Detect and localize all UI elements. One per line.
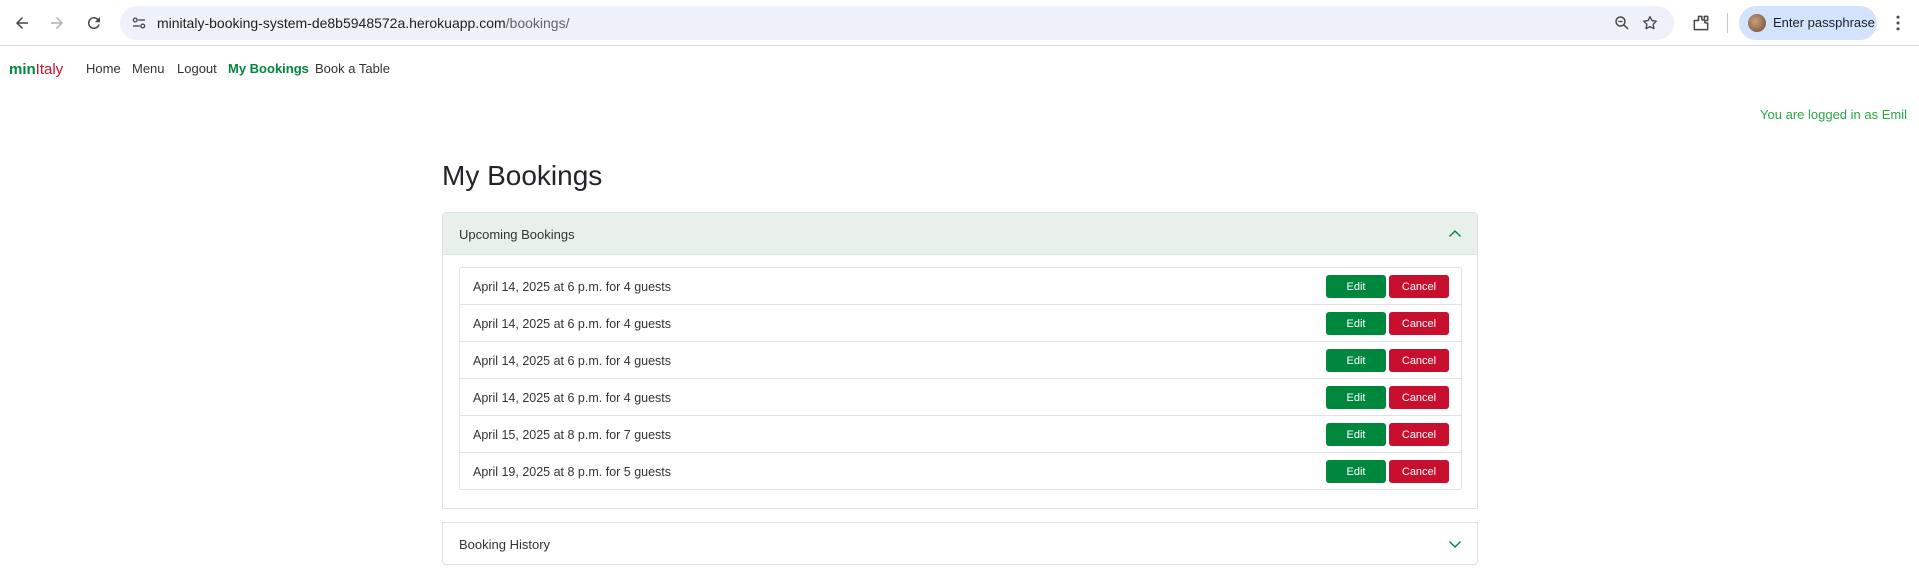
booking-text: April 15, 2025 at 8 p.m. for 7 guests [473, 428, 672, 442]
reload-button[interactable] [80, 9, 108, 37]
toolbar-divider [1727, 13, 1728, 33]
upcoming-bookings-label: Upcoming Bookings [459, 227, 575, 242]
booking-history-accordion: Booking History [442, 522, 1478, 565]
edit-button[interactable]: Edit [1326, 460, 1386, 483]
nav-home[interactable]: Home [86, 61, 121, 76]
bookmark-star-icon[interactable] [1641, 14, 1659, 32]
cancel-button[interactable]: Cancel [1389, 386, 1449, 409]
chevron-down-icon [1449, 541, 1461, 548]
edit-button[interactable]: Edit [1326, 423, 1386, 446]
cancel-button[interactable]: Cancel [1389, 312, 1449, 335]
booking-text: April 14, 2025 at 6 p.m. for 4 guests [473, 391, 672, 405]
site-info-icon[interactable] [130, 14, 148, 32]
brand-part2: Italy [35, 61, 64, 78]
upcoming-bookings-list: April 14, 2025 at 6 p.m. for 4 guests Ed… [459, 267, 1462, 490]
booking-text: April 14, 2025 at 6 p.m. for 4 guests [473, 280, 672, 294]
upcoming-bookings-accordion: Upcoming Bookings April 14, 2025 at 6 p.… [442, 212, 1478, 509]
upcoming-bookings-header[interactable]: Upcoming Bookings [443, 213, 1477, 255]
url-text[interactable]: minitaly-booking-system-de8b5948572a.her… [157, 15, 569, 31]
booking-row: April 15, 2025 at 8 p.m. for 7 guests Ed… [459, 415, 1462, 453]
cancel-button[interactable]: Cancel [1389, 460, 1449, 483]
cancel-button[interactable]: Cancel [1389, 275, 1449, 298]
booking-text: April 19, 2025 at 8 p.m. for 5 guests [473, 465, 672, 479]
edit-button[interactable]: Edit [1326, 349, 1386, 372]
avatar [1748, 14, 1766, 32]
booking-row: April 19, 2025 at 8 p.m. for 5 guests Ed… [459, 452, 1462, 490]
login-status: You are logged in as Emil [1760, 107, 1907, 122]
cancel-button[interactable]: Cancel [1389, 349, 1449, 372]
cancel-button[interactable]: Cancel [1389, 423, 1449, 446]
address-bar[interactable]: minitaly-booking-system-de8b5948572a.her… [120, 6, 1674, 40]
booking-row: April 14, 2025 at 6 p.m. for 4 guests Ed… [459, 304, 1462, 342]
browser-toolbar: minitaly-booking-system-de8b5948572a.her… [0, 0, 1919, 46]
url-host: minitaly-booking-system-de8b5948572a.her… [157, 15, 506, 31]
url-path: /bookings/ [505, 15, 570, 31]
nav-my-bookings[interactable]: My Bookings [228, 61, 309, 76]
nav-book-table[interactable]: Book a Table [315, 61, 390, 76]
forward-arrow-icon [51, 17, 63, 29]
nav-menu[interactable]: Menu [132, 61, 165, 76]
edit-button[interactable]: Edit [1326, 386, 1386, 409]
edit-button[interactable]: Edit [1326, 312, 1386, 335]
nav-logout[interactable]: Logout [177, 61, 217, 76]
zoom-icon[interactable] [1613, 14, 1631, 32]
chevron-up-icon [1449, 230, 1461, 237]
edit-button[interactable]: Edit [1326, 275, 1386, 298]
brand-logo[interactable]: minItaly [9, 61, 63, 78]
booking-text: April 14, 2025 at 6 p.m. for 4 guests [473, 354, 672, 368]
profile-label: Enter passphrase [1773, 15, 1875, 30]
booking-row: April 14, 2025 at 6 p.m. for 4 guests Ed… [459, 341, 1462, 379]
page-title: My Bookings [442, 160, 603, 191]
extensions-icon[interactable] [1691, 13, 1711, 33]
booking-row: April 14, 2025 at 6 p.m. for 4 guests Ed… [459, 267, 1462, 305]
booking-row: April 14, 2025 at 6 p.m. for 4 guests Ed… [459, 378, 1462, 416]
back-arrow-icon [16, 17, 28, 29]
booking-history-header[interactable]: Booking History [443, 523, 1477, 565]
back-button[interactable] [8, 9, 36, 37]
kebab-menu-icon[interactable] [1888, 13, 1908, 33]
reload-icon [87, 17, 100, 30]
booking-history-label: Booking History [459, 537, 551, 552]
booking-text: April 14, 2025 at 6 p.m. for 4 guests [473, 317, 672, 331]
forward-button[interactable] [43, 9, 71, 37]
brand-part1: min [9, 61, 36, 78]
profile-button[interactable]: Enter passphrase [1739, 6, 1877, 40]
